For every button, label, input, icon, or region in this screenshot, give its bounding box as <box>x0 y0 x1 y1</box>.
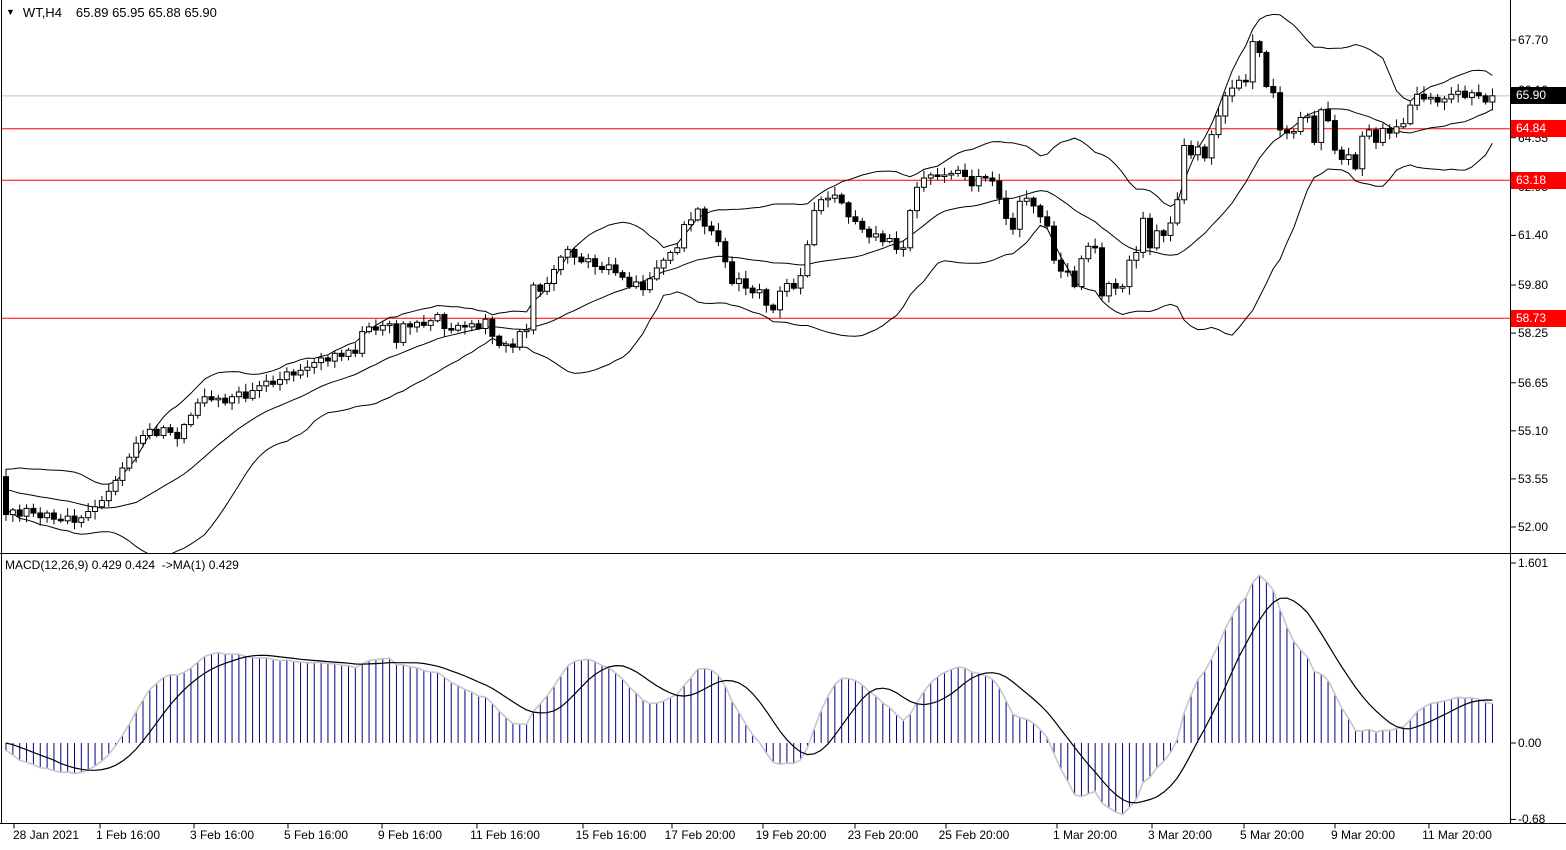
time-tick-label: 1 Mar 20:00 <box>1053 828 1117 842</box>
price-tick-label: 53.55 <box>1518 472 1548 486</box>
chart-menu-arrow-icon[interactable]: ▼ <box>6 8 15 17</box>
price-chart-canvas[interactable] <box>0 0 1566 850</box>
hline-price-badge[interactable]: 64.84 <box>1511 120 1566 137</box>
macd-tick-label: -0.68 <box>1518 812 1545 826</box>
time-tick-label: 23 Feb 20:00 <box>848 828 919 842</box>
bollinger-middle-band <box>6 109 1492 508</box>
current-price-badge: 65.90 <box>1511 87 1566 104</box>
macd-ma1-line <box>6 575 1492 814</box>
time-tick-label: 9 Feb 16:00 <box>378 828 442 842</box>
time-tick-label: 5 Feb 16:00 <box>284 828 348 842</box>
price-tick-label: 55.10 <box>1518 424 1548 438</box>
trading-chart-window: ▼ WT,H4 65.89 65.95 65.88 65.90 MACD(12,… <box>0 0 1566 850</box>
macd-tick-label: 1.601 <box>1518 556 1548 570</box>
price-tick-label: 52.00 <box>1518 520 1548 534</box>
time-tick-label: 5 Mar 20:00 <box>1240 828 1304 842</box>
price-tick-label: 67.70 <box>1518 33 1548 47</box>
time-tick-label: 19 Feb 20:00 <box>756 828 827 842</box>
time-tick-label: 11 Feb 16:00 <box>470 828 540 842</box>
chart-title: ▼ WT,H4 65.89 65.95 65.88 65.90 <box>6 5 217 20</box>
time-tick-label: 3 Feb 16:00 <box>190 828 254 842</box>
time-tick-label: 11 Mar 20:00 <box>1422 828 1492 842</box>
time-tick-label: 9 Mar 20:00 <box>1331 828 1395 842</box>
macd-indicator-label: MACD(12,26,9) 0.429 0.424 ->MA(1) 0.429 <box>5 558 239 572</box>
time-tick-label: 28 Jan 2021 <box>13 828 79 842</box>
hline-price-badge[interactable]: 58.73 <box>1511 310 1566 327</box>
macd-signal-line <box>6 598 1492 803</box>
bollinger-upper-band <box>6 14 1492 484</box>
hline-price-badge[interactable]: 63.18 <box>1511 172 1566 189</box>
symbol-period-label: WT,H4 <box>23 5 62 20</box>
time-tick-label: 25 Feb 20:00 <box>939 828 1010 842</box>
time-tick-label: 15 Feb 16:00 <box>576 828 647 842</box>
time-tick-label: 17 Feb 20:00 <box>665 828 736 842</box>
macd-histogram <box>6 575 1492 814</box>
main-chart-layer <box>2 14 1510 555</box>
ohlc-readout: 65.89 65.95 65.88 65.90 <box>76 5 217 20</box>
time-tick-label: 3 Mar 20:00 <box>1148 828 1212 842</box>
price-tick-label: 56.65 <box>1518 376 1548 390</box>
macd-panel-layer <box>6 575 1492 814</box>
bollinger-lower-band <box>6 143 1492 556</box>
price-tick-label: 61.40 <box>1518 228 1548 242</box>
macd-tick-label: 0.00 <box>1518 736 1541 750</box>
price-tick-label: 58.25 <box>1518 326 1548 340</box>
axis-frame-layer <box>0 0 1566 829</box>
time-tick-label: 1 Feb 16:00 <box>96 828 160 842</box>
price-tick-label: 59.80 <box>1518 278 1548 292</box>
candlesticks <box>4 34 1495 529</box>
